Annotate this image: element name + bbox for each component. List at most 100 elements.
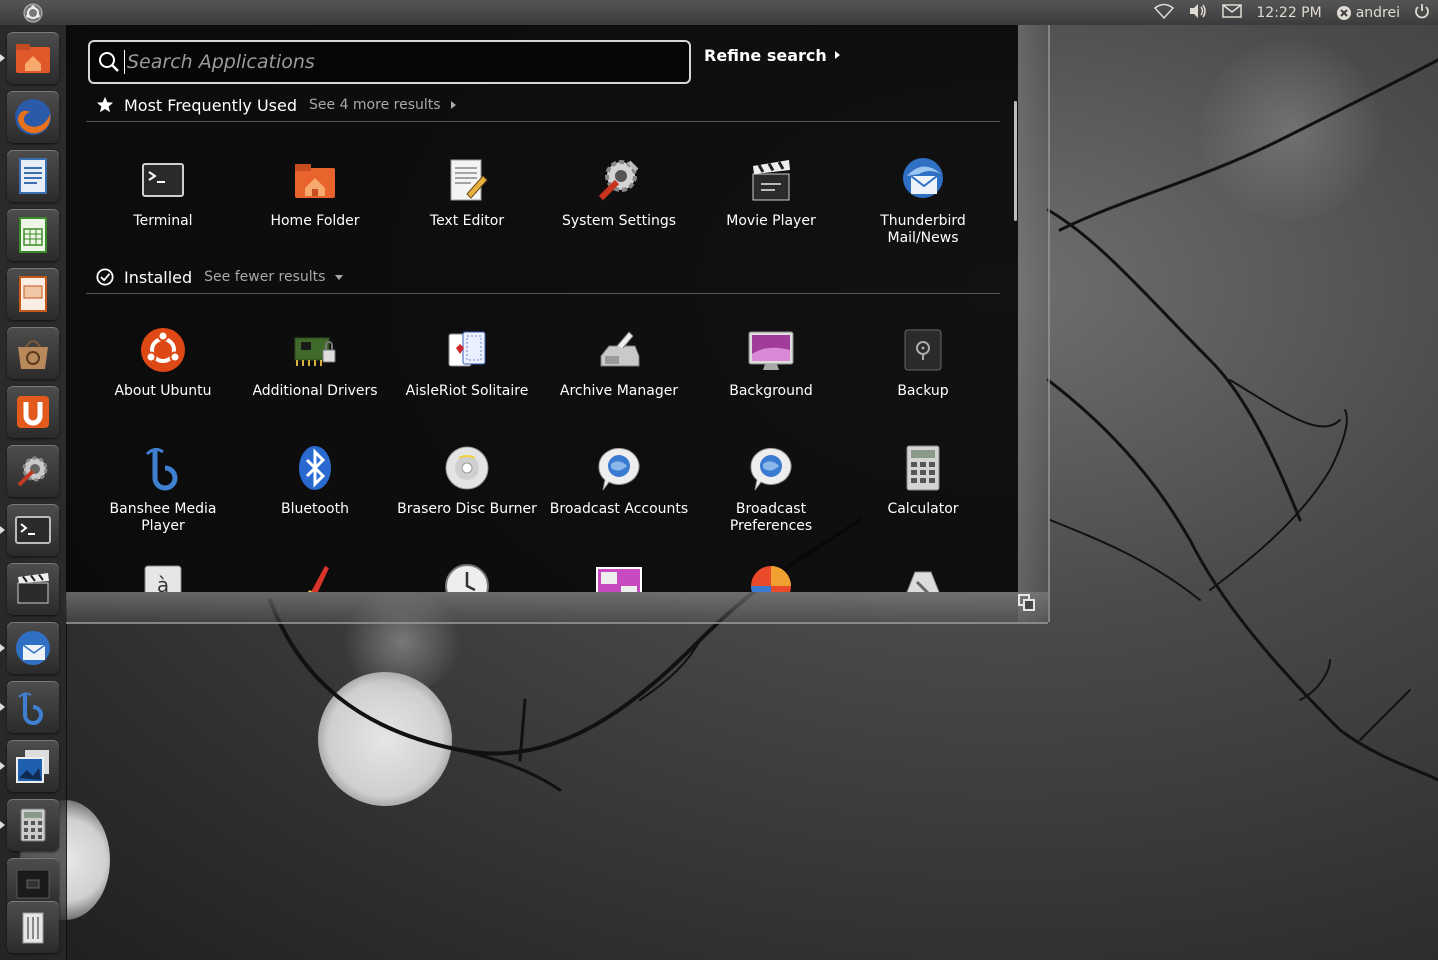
- app-about-ubuntu[interactable]: About Ubuntu: [87, 326, 239, 400]
- app-partial[interactable]: [695, 562, 847, 592]
- app-label: Thunderbird Mail/News: [880, 213, 966, 246]
- arrow-down-icon: [335, 274, 344, 280]
- power-icon[interactable]: [1414, 3, 1430, 23]
- see-more-results-link[interactable]: See 4 more results: [309, 97, 441, 113]
- app-background[interactable]: Background: [695, 326, 847, 400]
- cleaner-icon: [308, 566, 329, 592]
- app-label: Additional Drivers: [252, 383, 378, 399]
- app-label: Broadcast Preferences: [729, 501, 813, 534]
- arrow-right-icon: [834, 51, 840, 59]
- banshee-icon: [18, 692, 43, 725]
- launcher-home-folder[interactable]: [7, 32, 59, 84]
- category-frequent-title: Most Frequently Used: [124, 95, 297, 115]
- see-fewer-results-link[interactable]: See fewer results: [204, 269, 325, 285]
- trash-icon: [22, 912, 44, 944]
- character-map-icon: à: [144, 565, 182, 592]
- ubuntu-logo-icon: [141, 328, 185, 372]
- background-icon: [748, 331, 794, 370]
- launcher-software-center[interactable]: [7, 327, 59, 379]
- indicator-area: 12:22 PM andrei: [1154, 0, 1430, 25]
- app-label: Brasero Disc Burner: [397, 501, 537, 517]
- ubuntu-logo-icon: [23, 3, 43, 22]
- launcher-ubuntu-one[interactable]: [7, 386, 59, 438]
- movie-player-icon: [752, 160, 790, 201]
- calculator-icon: [20, 808, 46, 842]
- search-field[interactable]: [88, 40, 691, 84]
- volume-icon[interactable]: [1188, 3, 1208, 23]
- dash-home-button[interactable]: [0, 0, 66, 25]
- app-label: Backup: [897, 383, 949, 399]
- app-banshee-media-player[interactable]: Banshee Media Player: [87, 444, 239, 535]
- launcher-firefox[interactable]: [7, 91, 59, 143]
- app-system-settings[interactable]: System Settings: [543, 156, 695, 230]
- app-thunderbird[interactable]: Thunderbird Mail/News: [847, 156, 999, 247]
- calc-icon: [19, 217, 47, 253]
- app-partial[interactable]: [391, 562, 543, 592]
- wifi-icon[interactable]: [1154, 3, 1175, 23]
- mail-icon[interactable]: [1222, 3, 1243, 23]
- text-editor-icon: [450, 159, 488, 201]
- app-calculator[interactable]: Calculator: [847, 444, 999, 518]
- launcher-shotwell[interactable]: [7, 740, 59, 792]
- workspaces-icon: [16, 869, 50, 899]
- thunderbird-icon: [903, 158, 943, 198]
- launcher-thunderbird[interactable]: [7, 622, 59, 674]
- app-terminal[interactable]: Terminal: [87, 156, 239, 230]
- calculator-icon: [906, 445, 940, 491]
- clock[interactable]: 12:22 PM: [1256, 5, 1321, 21]
- app-backup[interactable]: Backup: [847, 326, 999, 400]
- app-label: System Settings: [561, 213, 677, 229]
- app-home-folder[interactable]: Home Folder: [239, 156, 391, 230]
- launcher-system-settings[interactable]: [7, 445, 59, 497]
- launcher-writer[interactable]: [7, 150, 59, 202]
- app-label: AisleRiot Solitaire: [405, 383, 529, 399]
- user-menu[interactable]: andrei: [1336, 5, 1400, 21]
- app-label: Broadcast Accounts: [549, 501, 689, 517]
- launcher-movie-player[interactable]: [7, 563, 59, 615]
- category-divider: [86, 293, 1000, 294]
- broadcast-preferences-icon: [750, 447, 792, 491]
- app-broadcast-preferences[interactable]: Broadcast Preferences: [695, 444, 847, 535]
- workspace-icon: [596, 567, 642, 592]
- impress-icon: [19, 276, 47, 312]
- app-partial[interactable]: à: [87, 562, 239, 592]
- refine-search-button[interactable]: Refine search: [704, 43, 840, 67]
- app-bluetooth[interactable]: Bluetooth: [239, 444, 391, 518]
- search-input[interactable]: [124, 50, 669, 74]
- app-label: Movie Player: [726, 213, 816, 229]
- launcher-trash[interactable]: [7, 901, 59, 953]
- app-aisleriot-solitaire[interactable]: AisleRiot Solitaire: [391, 326, 543, 400]
- app-movie-player[interactable]: Movie Player: [695, 156, 847, 230]
- app-text-editor[interactable]: Text Editor: [391, 156, 543, 230]
- app-brasero-disc-burner[interactable]: Brasero Disc Burner: [391, 444, 543, 518]
- arrow-right-icon: [450, 101, 456, 109]
- app-partial[interactable]: [239, 562, 391, 592]
- launcher-impress[interactable]: [7, 268, 59, 320]
- launcher-banshee[interactable]: [7, 681, 59, 733]
- running-indicator: [0, 526, 5, 534]
- dash-frame-edge: [1018, 25, 1050, 622]
- category-installed-title: Installed: [124, 267, 193, 287]
- app-label: Archive Manager: [559, 383, 679, 399]
- app-broadcast-accounts[interactable]: Broadcast Accounts: [543, 444, 695, 518]
- dash-scrollbar[interactable]: [1014, 101, 1017, 221]
- launcher-calculator[interactable]: [7, 799, 59, 851]
- terminal-icon: [15, 516, 51, 544]
- app-partial[interactable]: [543, 562, 695, 592]
- shotwell-icon: [16, 750, 49, 783]
- app-archive-manager[interactable]: Archive Manager: [543, 326, 695, 400]
- dash-resize-icon[interactable]: [1017, 593, 1037, 613]
- banshee-icon: [145, 447, 178, 491]
- movie-player-icon: [17, 573, 49, 604]
- checkmark-circle-icon: [96, 268, 114, 286]
- refine-search-label: Refine search: [704, 45, 827, 65]
- firefox-icon: [15, 99, 51, 135]
- app-label: Background: [729, 383, 813, 399]
- running-indicator: [0, 644, 5, 652]
- app-partial[interactable]: [847, 562, 999, 592]
- app-additional-drivers[interactable]: Additional Drivers: [239, 326, 391, 400]
- tools-icon: [906, 571, 940, 592]
- launcher-terminal[interactable]: [7, 504, 59, 556]
- launcher-calc[interactable]: [7, 209, 59, 261]
- svg-text:à: à: [157, 573, 169, 592]
